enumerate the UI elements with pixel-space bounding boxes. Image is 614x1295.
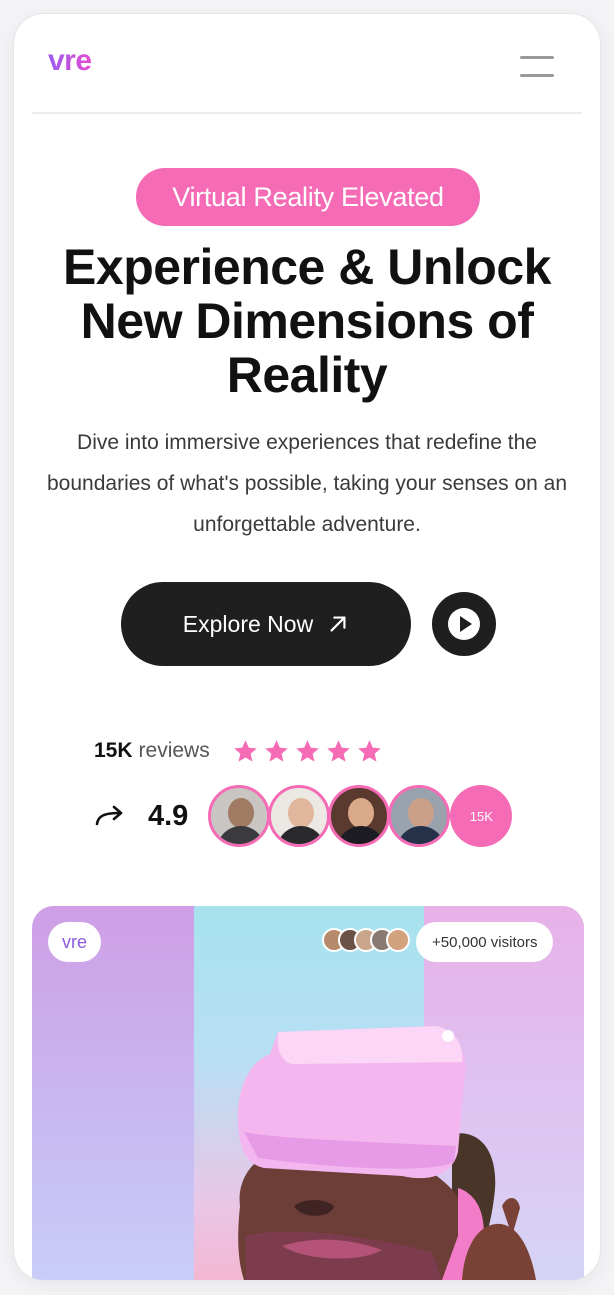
- phone-frame: vre Virtual Reality Elevated Experience …: [14, 14, 600, 1280]
- explore-now-button[interactable]: Explore Now: [121, 582, 411, 666]
- header-divider: [32, 112, 582, 114]
- hero-title: Experience & Unlock New Dimensions of Re…: [63, 239, 551, 403]
- hamburger-menu-icon[interactable]: [520, 54, 554, 80]
- star-icon: [295, 739, 319, 762]
- star-icon: [326, 739, 350, 762]
- reviews-label: reviews: [138, 739, 210, 762]
- star-icon: [357, 739, 381, 762]
- reviews-summary: 15K reviews: [94, 734, 383, 768]
- cta-row: Explore Now: [14, 582, 600, 666]
- arrow-up-right-icon: [330, 616, 346, 632]
- play-button[interactable]: [432, 592, 496, 656]
- avatar: [268, 785, 331, 847]
- site-header: vre: [14, 14, 600, 114]
- star-icon: [264, 739, 288, 762]
- vr-headset-person-image: [237, 1026, 536, 1280]
- hero-badge: Virtual Reality Elevated: [136, 168, 480, 226]
- avatar: [328, 785, 391, 847]
- rating-value: 4.9: [148, 799, 189, 832]
- rating-row: 4.9 15K: [94, 784, 513, 848]
- hero-visual: vre +50,000 visitors: [32, 906, 584, 1280]
- share-arrow-icon: [95, 805, 123, 826]
- reviews-count: 15K: [94, 739, 133, 762]
- reviewer-avatars: 15K: [208, 785, 513, 847]
- hero-description: Dive into immersive experiences that red…: [47, 431, 567, 536]
- mini-avatar: [386, 928, 410, 952]
- play-icon: [448, 608, 480, 640]
- brand-logo[interactable]: vre: [48, 44, 92, 78]
- avatar: [388, 785, 451, 847]
- star-icon: [233, 739, 257, 762]
- star-rating: [232, 738, 383, 765]
- avatar: [208, 785, 271, 847]
- visual-logo-chip: vre: [48, 922, 102, 962]
- visitors-chip: +50,000 visitors: [416, 922, 554, 962]
- explore-now-label: Explore Now: [182, 610, 314, 637]
- visitor-mini-avatars: [322, 928, 410, 952]
- avatar-count-badge: 15K: [450, 785, 513, 847]
